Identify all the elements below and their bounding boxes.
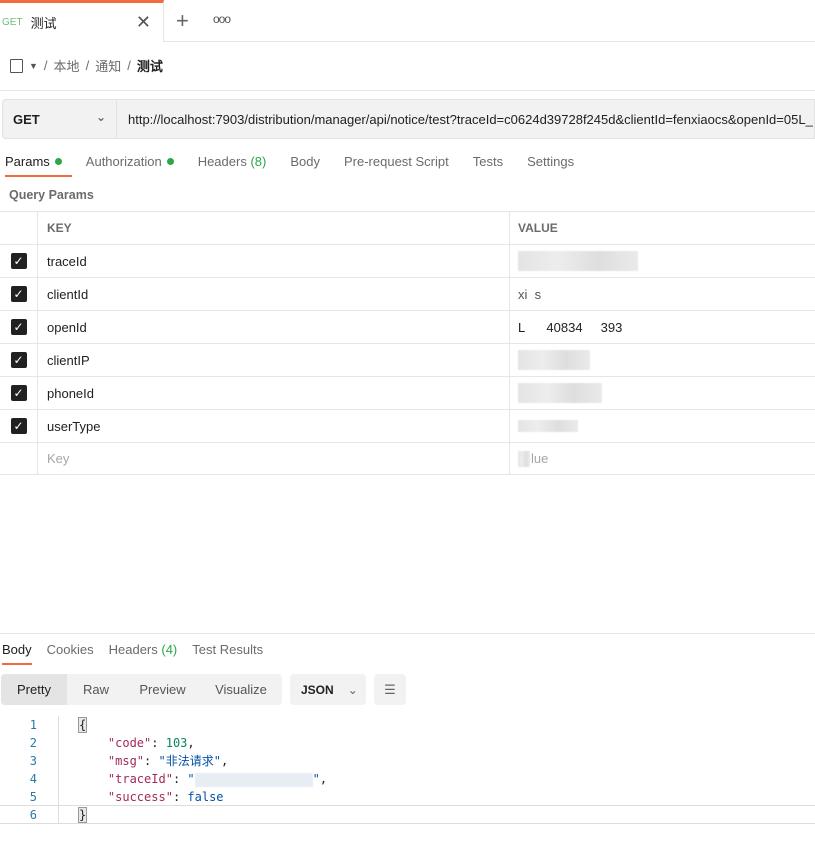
checkbox[interactable]: ✓ xyxy=(10,352,27,368)
method-select[interactable]: GET ⌄ xyxy=(3,100,117,138)
param-key[interactable]: clientId xyxy=(38,278,510,310)
param-value[interactable] xyxy=(510,245,815,277)
table-row: ✓ traceId xyxy=(0,244,815,277)
table-row: ✓ phoneId xyxy=(0,376,815,409)
table-row: ✓ userType xyxy=(0,409,815,442)
status-dot xyxy=(166,158,174,165)
param-key[interactable]: userType xyxy=(38,410,510,442)
tab-tests[interactable]: Tests xyxy=(473,154,503,177)
format-select[interactable]: JSON ⌄ xyxy=(290,674,366,705)
view-mode-toggle: Pretty Raw Preview Visualize xyxy=(1,674,282,705)
plus-icon[interactable]: + xyxy=(176,8,189,34)
table-header: KEY VALUE xyxy=(0,211,815,244)
view-raw[interactable]: Raw xyxy=(67,674,125,705)
view-visualize[interactable]: Visualize xyxy=(200,674,282,705)
breadcrumb-item[interactable]: 本地 xyxy=(54,56,80,75)
request-file-icon xyxy=(10,58,23,73)
tab-params[interactable]: Params xyxy=(5,154,72,177)
new-value-input[interactable]: lue xyxy=(510,443,815,474)
breadcrumb-item[interactable]: 通知 xyxy=(95,56,121,75)
param-key[interactable]: openId xyxy=(38,311,510,343)
response-tabs: Body Cookies Headers (4) Test Results xyxy=(2,642,263,665)
tab-settings[interactable]: Settings xyxy=(527,154,574,177)
table-row: ✓ clientId xi s xyxy=(0,277,815,310)
param-key[interactable]: phoneId xyxy=(38,377,510,409)
close-icon[interactable]: ✕ xyxy=(136,12,151,33)
url-input[interactable]: http://localhost:7903/distribution/manag… xyxy=(117,112,813,127)
wrap-lines-icon[interactable]: ☰ xyxy=(374,674,406,705)
brace-close: } xyxy=(77,806,88,823)
checkbox[interactable]: ✓ xyxy=(10,253,27,269)
tab-response-body[interactable]: Body xyxy=(2,642,32,665)
tab-cookies[interactable]: Cookies xyxy=(47,642,94,665)
table-row: ✓ clientIP xyxy=(0,343,815,376)
divider xyxy=(0,633,815,634)
tab-pre-request-script[interactable]: Pre-request Script xyxy=(344,154,449,177)
checkbox[interactable]: ✓ xyxy=(10,286,27,302)
tab-title: 测试 xyxy=(30,16,57,31)
value-header: VALUE xyxy=(518,221,558,235)
tab-body[interactable]: Body xyxy=(290,154,320,177)
new-key-input[interactable]: Key xyxy=(38,443,510,474)
request-tabs: Params Authorization Headers (8) Body Pr… xyxy=(5,154,574,177)
url-bar: GET ⌄ http://localhost:7903/distribution/… xyxy=(2,99,815,139)
chevron-down-icon: ⌄ xyxy=(347,682,358,697)
view-pretty[interactable]: Pretty xyxy=(1,674,67,705)
param-value[interactable]: L 40834 393 xyxy=(510,311,815,343)
tab-test-results[interactable]: Test Results xyxy=(192,642,263,665)
tab-bar: GET 测试 ✕ + ooo xyxy=(0,0,815,42)
breadcrumb-current: 测试 xyxy=(136,59,163,74)
table-row-new: Key lue xyxy=(0,442,815,475)
table-row: ✓ openId L 40834 393 xyxy=(0,310,815,343)
query-params-title: Query Params xyxy=(9,188,94,202)
tab-response-headers[interactable]: Headers (4) xyxy=(109,642,178,665)
param-value[interactable] xyxy=(510,410,815,442)
param-key[interactable]: clientIP xyxy=(38,344,510,376)
view-preview[interactable]: Preview xyxy=(125,674,200,705)
tab-method: GET xyxy=(2,17,23,28)
brace-open: { xyxy=(77,717,88,733)
param-key[interactable]: traceId xyxy=(38,245,510,277)
checkbox[interactable]: ✓ xyxy=(10,319,27,335)
divider xyxy=(0,90,815,91)
ellipsis-icon[interactable]: ooo xyxy=(213,12,231,26)
response-body: 1{ 2 "code": 103, 3 "msg": "非法请求", 4 "tr… xyxy=(0,716,815,824)
checkbox[interactable]: ✓ xyxy=(10,385,27,401)
tab-headers[interactable]: Headers (8) xyxy=(198,154,267,177)
status-dot xyxy=(54,158,62,165)
request-tab[interactable]: GET 测试 ✕ xyxy=(0,0,164,42)
key-header: KEY xyxy=(38,212,510,244)
param-value[interactable] xyxy=(510,344,815,376)
param-value[interactable] xyxy=(510,377,815,409)
params-table: KEY VALUE ✓ traceId ✓ clientId xi s ✓ openId L… xyxy=(0,211,815,475)
tab-authorization[interactable]: Authorization xyxy=(86,154,174,177)
caret-down-icon[interactable]: ▼ xyxy=(29,61,38,71)
breadcrumb: ▼ / 本地 / 通知 / 测试 xyxy=(10,56,163,75)
param-value[interactable]: xi s xyxy=(510,278,815,310)
chevron-down-icon: ⌄ xyxy=(95,110,106,124)
checkbox[interactable]: ✓ xyxy=(10,418,27,434)
